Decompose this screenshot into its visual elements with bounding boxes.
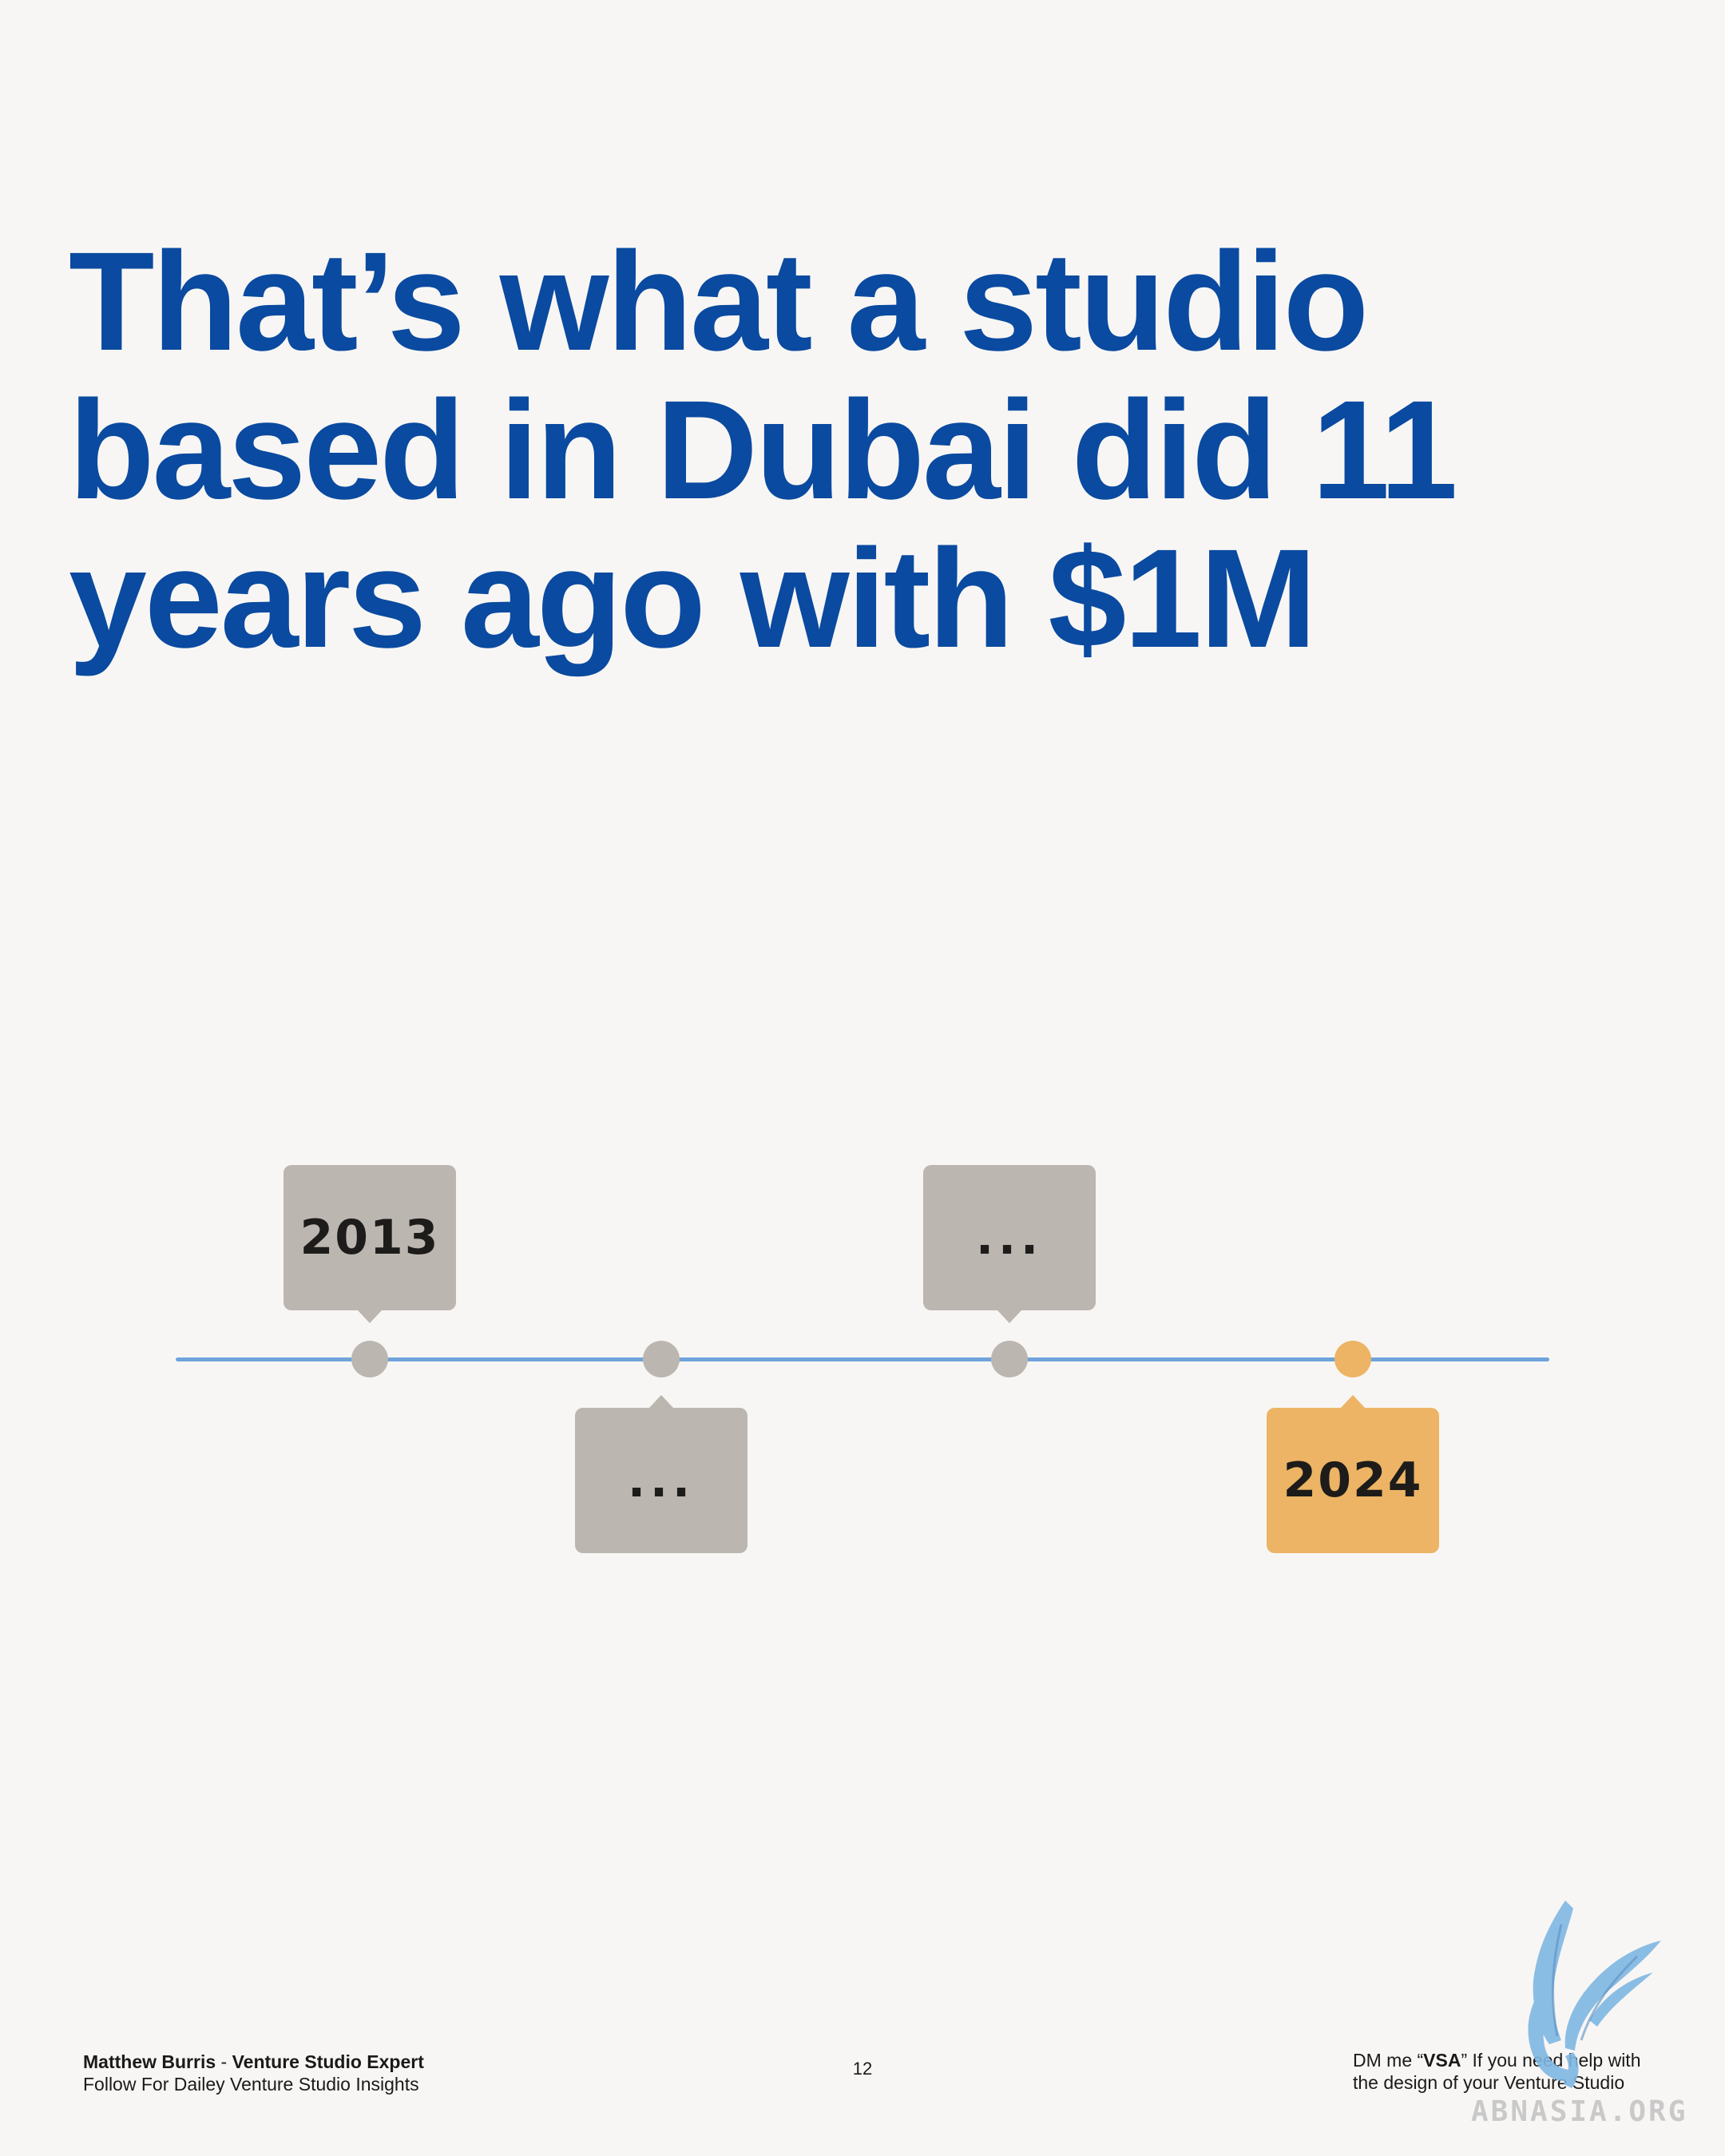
milestone-label-box: ...	[923, 1165, 1096, 1310]
headline: That’s what a studio based in Dubai did …	[69, 228, 1586, 673]
milestone-dot	[1334, 1341, 1371, 1377]
bird-logo-icon	[1528, 1900, 1661, 2088]
headline-line-1: That’s what a studio	[69, 224, 1369, 380]
footer-author-block: Matthew Burris - Venture Studio Expert F…	[83, 2051, 424, 2095]
author-line: Matthew Burris - Venture Studio Expert	[83, 2051, 424, 2073]
milestone-dot	[991, 1341, 1028, 1377]
milestone-dot	[643, 1341, 680, 1377]
milestone-label-box: 2024	[1267, 1408, 1439, 1553]
milestone-pointer	[358, 1310, 382, 1323]
cta-prefix: DM me “	[1353, 2050, 1424, 2071]
timeline-axis	[176, 1357, 1549, 1361]
milestone-label-box: 2013	[284, 1165, 456, 1310]
headline-line-2: based in Dubai did 11	[69, 372, 1458, 529]
author-role: Venture Studio Expert	[232, 2051, 424, 2072]
watermark: ABNASIA.ORG	[1471, 2095, 1688, 2128]
author-separator: -	[220, 2051, 232, 2072]
page-number: 12	[852, 2059, 873, 2079]
milestone-pointer	[997, 1310, 1021, 1323]
headline-line-3: years ago with $1M	[69, 521, 1317, 677]
cta-keyword: VSA	[1423, 2050, 1461, 2071]
milestone-label-box: ...	[575, 1408, 748, 1553]
author-tagline: Follow For Dailey Venture Studio Insight…	[83, 2074, 419, 2095]
milestone-pointer	[1341, 1395, 1365, 1408]
author-name: Matthew Burris	[83, 2051, 216, 2072]
milestone-dot	[351, 1341, 388, 1377]
milestone-pointer	[649, 1395, 673, 1408]
